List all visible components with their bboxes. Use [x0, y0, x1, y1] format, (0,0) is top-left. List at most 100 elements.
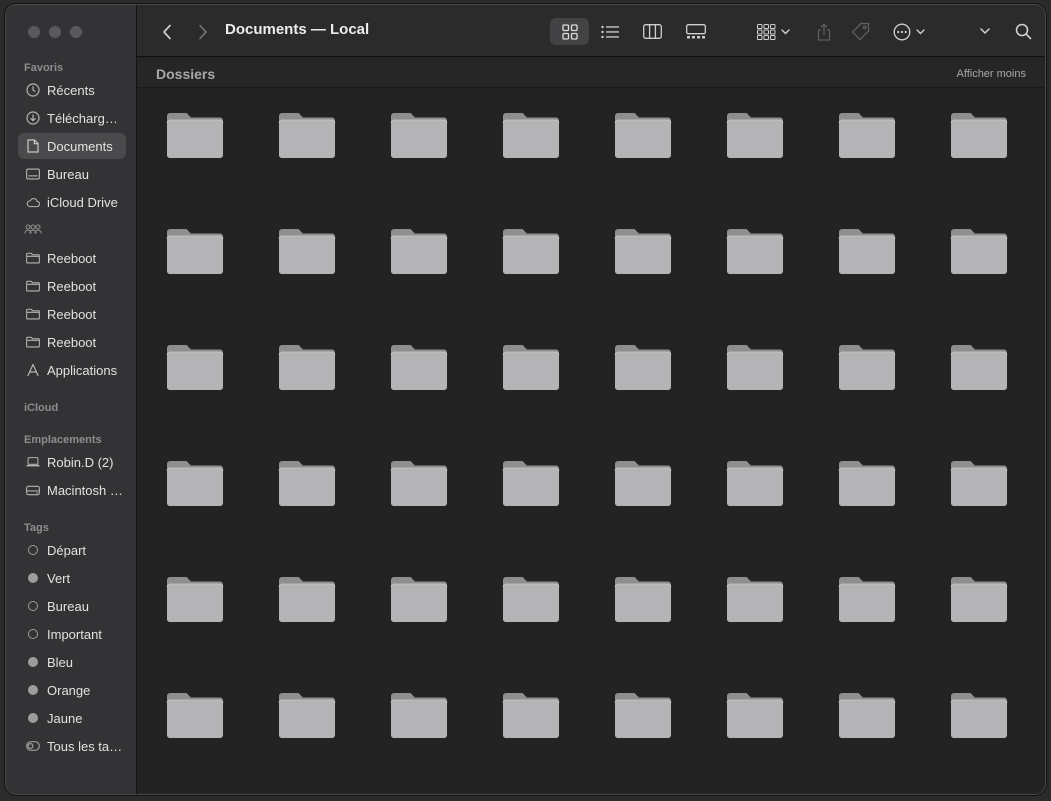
gallery-view-button[interactable] — [677, 18, 715, 45]
folder-item[interactable] — [949, 342, 1009, 392]
folder-item[interactable] — [949, 226, 1009, 276]
folder-item[interactable] — [725, 226, 785, 276]
sidebar-tag-depart[interactable]: Départ — [18, 537, 126, 563]
folder-item[interactable] — [501, 342, 561, 392]
folder-item[interactable] — [613, 110, 673, 160]
folder-item[interactable] — [165, 226, 225, 276]
folder-item[interactable] — [389, 690, 449, 740]
folder-item[interactable] — [501, 574, 561, 624]
folder-item[interactable] — [949, 690, 1009, 740]
more-actions-button[interactable] — [889, 18, 929, 45]
folder-item[interactable] — [389, 458, 449, 508]
zoom-window-button[interactable] — [70, 26, 82, 38]
folder-item[interactable] — [725, 110, 785, 160]
sidebar-item-robin-d-2[interactable]: Robin.D (2) — [18, 449, 126, 475]
sidebar-tag-vert[interactable]: Vert — [18, 565, 126, 591]
sidebar-item-applications[interactable]: Applications — [18, 357, 126, 383]
folder-item[interactable] — [277, 690, 337, 740]
window-title: Documents — Local — [225, 21, 370, 38]
sidebar-item-macintosh-hd[interactable]: Macintosh HD — [18, 477, 126, 503]
folder-item[interactable] — [837, 574, 897, 624]
locations-section-label: Emplacements — [24, 434, 102, 446]
folder-item[interactable] — [277, 226, 337, 276]
folder-item[interactable] — [837, 342, 897, 392]
toolbar: Documents — Local — [137, 5, 1045, 57]
sidebar-tag-important[interactable]: Important — [18, 621, 126, 647]
forward-button[interactable] — [193, 18, 213, 45]
sidebar-item-icloud-drive[interactable]: iCloud Drive — [18, 189, 126, 215]
folder-icon — [166, 113, 224, 158]
folder-icon — [838, 461, 896, 506]
sidebar-item-label: Reeboot — [47, 250, 97, 266]
folder-item[interactable] — [837, 110, 897, 160]
sidebar-item-bureau[interactable]: Bureau — [18, 161, 126, 187]
folder-item[interactable] — [725, 690, 785, 740]
sidebar-item-recents[interactable]: Récents — [18, 77, 126, 103]
folder-item[interactable] — [501, 110, 561, 160]
folder-item[interactable] — [501, 458, 561, 508]
search-button[interactable] — [1011, 18, 1035, 45]
folder-item[interactable] — [389, 342, 449, 392]
folder-item[interactable] — [837, 226, 897, 276]
folder-icon — [614, 113, 672, 158]
path-dropdown-button[interactable] — [975, 18, 995, 45]
folder-item[interactable] — [949, 574, 1009, 624]
sidebar-item-documents[interactable]: Documents — [18, 133, 126, 159]
folder-item[interactable] — [389, 574, 449, 624]
folder-item[interactable] — [165, 342, 225, 392]
folder-item[interactable] — [725, 458, 785, 508]
folder-item[interactable] — [613, 574, 673, 624]
share-button[interactable] — [811, 18, 837, 45]
group-title: Dossiers — [156, 66, 216, 82]
folder-item[interactable] — [949, 110, 1009, 160]
folder-item[interactable] — [613, 342, 673, 392]
folder-item[interactable] — [725, 342, 785, 392]
folder-item[interactable] — [277, 458, 337, 508]
folder-item[interactable] — [389, 110, 449, 160]
folder-item[interactable] — [389, 226, 449, 276]
icon-view-button[interactable] — [550, 18, 589, 45]
close-window-button[interactable] — [28, 26, 40, 38]
folder-item[interactable] — [165, 690, 225, 740]
folder-icon — [950, 229, 1008, 274]
back-button[interactable] — [157, 18, 177, 45]
folder-item[interactable] — [949, 458, 1009, 508]
folder-item[interactable] — [165, 458, 225, 508]
sidebar-tag-jaune[interactable]: Jaune — [18, 705, 126, 731]
folder-icon — [502, 229, 560, 274]
folder-item[interactable] — [165, 574, 225, 624]
folder-item[interactable] — [277, 342, 337, 392]
sidebar-item-telechargements[interactable]: Téléchargements — [18, 105, 126, 131]
folder-item[interactable] — [837, 690, 897, 740]
show-less-button[interactable]: Afficher moins — [957, 68, 1027, 80]
group-by-button[interactable] — [753, 18, 793, 45]
folder-item[interactable] — [613, 226, 673, 276]
tag-button[interactable] — [847, 18, 873, 45]
folder-item[interactable] — [613, 690, 673, 740]
folder-item[interactable] — [501, 690, 561, 740]
list-view-button[interactable] — [592, 18, 628, 45]
sidebar-item-reeboot[interactable]: Reeboot — [18, 329, 126, 355]
folder-icon — [390, 693, 448, 738]
column-view-button[interactable] — [634, 18, 670, 45]
folder-item[interactable] — [277, 110, 337, 160]
chevron-down-icon — [916, 28, 925, 34]
folder-item[interactable] — [837, 458, 897, 508]
sidebar-tag-tous-les-tags[interactable]: Tous les tags… — [18, 733, 126, 759]
folder-icon — [614, 461, 672, 506]
folder-item[interactable] — [725, 574, 785, 624]
sidebar-tag-bleu[interactable]: Bleu — [18, 649, 126, 675]
minimize-window-button[interactable] — [49, 26, 61, 38]
sidebar-item-reeboot[interactable]: Reeboot — [18, 301, 126, 327]
folder-item[interactable] — [501, 226, 561, 276]
sidebar-tag-orange[interactable]: Orange — [18, 677, 126, 703]
sidebar-tag-bureau[interactable]: Bureau — [18, 593, 126, 619]
folder-icon — [726, 229, 784, 274]
folder-item[interactable] — [165, 110, 225, 160]
sidebar-item-label: Récents — [47, 82, 95, 98]
folder-item[interactable] — [613, 458, 673, 508]
download-icon — [26, 111, 40, 125]
sidebar-item-reeboot[interactable]: Reeboot — [18, 273, 126, 299]
sidebar-item-reeboot[interactable]: Reeboot — [18, 245, 126, 271]
folder-item[interactable] — [277, 574, 337, 624]
